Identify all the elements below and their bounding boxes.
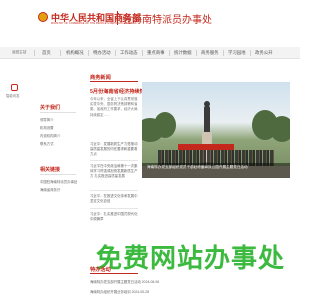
nav-item-statistics[interactable]: 统计数据	[174, 50, 192, 56]
tree-shape	[270, 116, 290, 142]
back-to-main-site-link[interactable]: 返回主站	[12, 50, 26, 55]
statue-head	[204, 101, 210, 107]
news-summary: 今年以来，全省上下认真贯彻落实党中央、国务院决策部署和省委、省政府工作要求，经济…	[90, 97, 138, 117]
news-snippet[interactable]: 习近平：发展新质生产力是推动高质量发展的内在要求和重要着力点	[90, 142, 138, 158]
ad-overlay-text[interactable]: 免费网站办事处	[96, 238, 285, 275]
snippet-divider	[90, 160, 138, 161]
sidebar-divider	[40, 112, 76, 113]
nav-separator	[34, 50, 35, 56]
snippet-divider	[90, 190, 138, 191]
nav-separator	[60, 50, 61, 56]
national-emblem-icon	[38, 12, 48, 22]
news-snippet[interactable]: 习近平在中央政治局第十一次集体学习时强调加快发展新质生产力 扎实推进高质量发展	[90, 164, 138, 180]
snippet-divider	[90, 208, 138, 209]
carousel-dots	[271, 169, 286, 173]
main-nav: 返回主站 首页 机构概况 特办活动 工作动态 重点商事 统计数据 商务服务 学习…	[0, 47, 300, 59]
sidebar-link-hainan-commerce[interactable]: 海南省商务厅	[40, 187, 60, 192]
tree-shape	[154, 112, 176, 138]
nav-separator	[196, 50, 197, 56]
nav-item-about[interactable]: 机构概况	[66, 50, 84, 56]
sidebar-link-office[interactable]: 中国驻海南特派员办事处	[40, 179, 77, 184]
nav-separator	[88, 50, 89, 56]
sidebar-item-departments[interactable]: 内设机构简介	[40, 133, 60, 138]
photo-caption[interactable]: 海南特办党支部组织党员干部赴琼崖纵队公园开展主题党日活动	[142, 163, 290, 178]
rail-label[interactable]: 智能问答	[6, 93, 20, 98]
news-section-title[interactable]: 商务新闻	[90, 74, 111, 81]
activities-section-underline	[90, 273, 138, 274]
sidebar-item-leaders[interactable]: 领导简介	[40, 117, 54, 122]
statue-figure	[204, 106, 210, 132]
sidebar-item-contact[interactable]: 联系方式	[40, 141, 54, 146]
activity-item[interactable]: 海南特办组织开展业务培训 2024-05-28	[90, 289, 149, 294]
site-header: 中华人民共和国商务部 MINISTRY OF COMMERCE OF THE P…	[0, 0, 300, 42]
nav-separator	[115, 50, 116, 56]
activity-item[interactable]: 海南特办党支部开展主题党日活动 2024-06-06	[90, 279, 159, 284]
nav-item-study[interactable]: 学习园地	[228, 50, 246, 56]
nav-item-key-affairs[interactable]: 重点商事	[147, 50, 165, 56]
office-name[interactable]: 驻海南特派员办事处	[122, 11, 212, 26]
nav-item-services[interactable]: 商务服务	[201, 50, 219, 56]
sidebar-divider	[40, 174, 76, 175]
activities-section-title[interactable]: 特办活动	[90, 266, 111, 273]
nav-item-activities[interactable]: 特办活动	[93, 50, 111, 56]
sidebar-about-title: 关于我们	[40, 105, 61, 111]
nav-separator	[250, 50, 251, 56]
government-icon[interactable]	[11, 84, 18, 91]
sidebar-related-title: 相关链接	[40, 167, 61, 173]
sidebar: 关于我们 领导简介 机构设置 内设机构简介 联系方式 相关链接 中国驻海南特派员…	[40, 62, 78, 297]
nav-separator	[223, 50, 224, 56]
news-headline[interactable]: 5月份海南省经济持续恢复	[90, 88, 150, 95]
news-snippet[interactable]: 习近平：扎实推进中国式现代化中原篇章	[90, 212, 138, 222]
news-photo-carousel[interactable]: 海南特办党支部组织党员干部赴琼崖纵队公园开展主题党日活动	[142, 82, 290, 178]
nav-separator	[169, 50, 170, 56]
nav-item-home[interactable]: 首页	[42, 50, 51, 56]
nav-separator	[142, 50, 143, 56]
nav-item-open-government[interactable]: 政务公开	[255, 50, 273, 56]
news-section-underline	[90, 81, 138, 82]
nav-item-work[interactable]: 工作动态	[120, 50, 138, 56]
header-divider	[117, 11, 118, 25]
sidebar-item-structure[interactable]: 机构设置	[40, 125, 54, 130]
news-snippet[interactable]: 习近平：在推进文化传承发展中坚定文化自信	[90, 194, 138, 204]
